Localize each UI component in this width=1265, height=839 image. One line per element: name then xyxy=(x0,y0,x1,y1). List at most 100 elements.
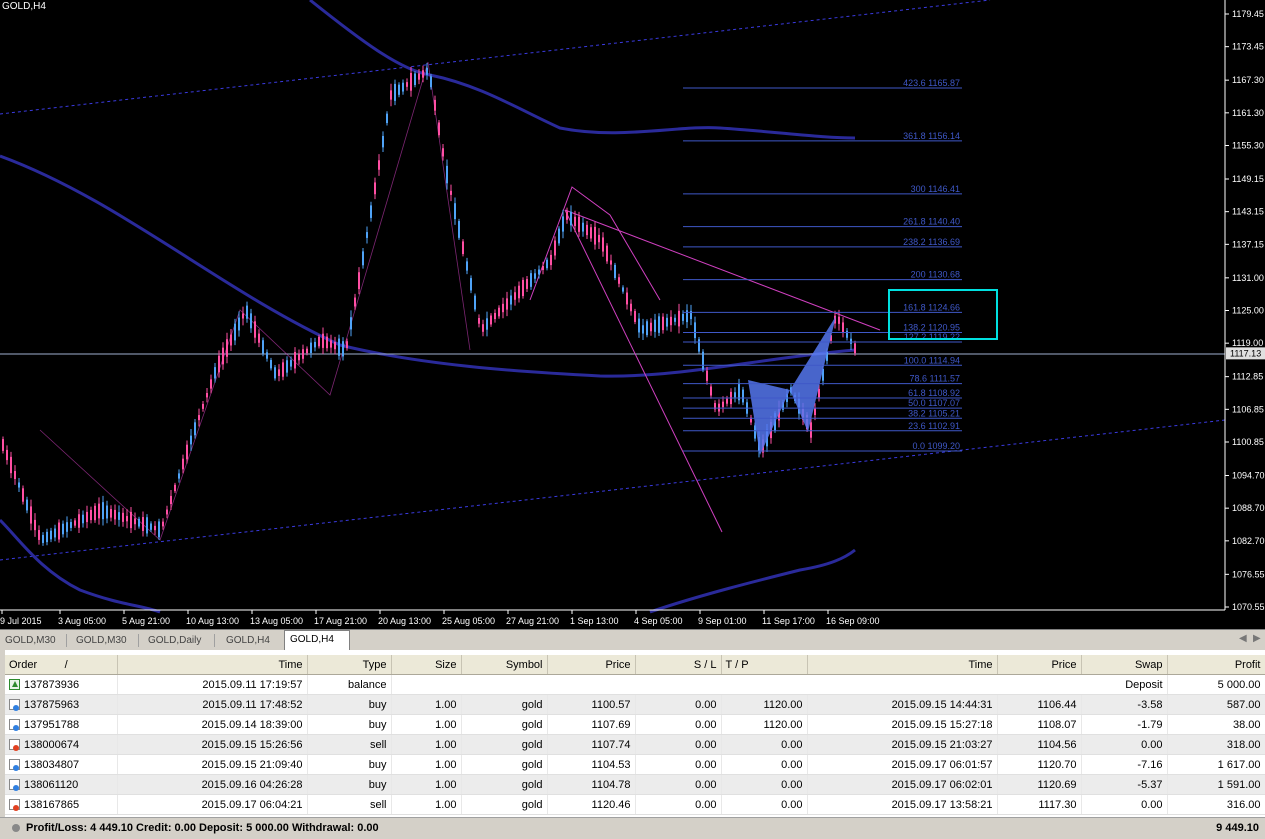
fib-level-label: 238.2 1136.69 xyxy=(903,237,960,247)
summary-total: 9 449.10 xyxy=(1216,822,1259,834)
col-close-price-header[interactable]: Price xyxy=(997,655,1082,675)
tab-gold-daily[interactable]: GOLD,Daily xyxy=(143,632,206,649)
tab-scroll-right-icon[interactable]: ▶ xyxy=(1253,633,1261,644)
order-cell: 137875963 xyxy=(5,694,118,715)
candle-body xyxy=(86,511,88,523)
profit-cell: 587.00 xyxy=(1167,694,1265,715)
col-close-time-header[interactable]: Time xyxy=(807,655,998,675)
fib-level-label: 127.2 1119.22 xyxy=(904,332,960,342)
col-size-header[interactable]: Size xyxy=(391,655,462,675)
channel-lower-line xyxy=(0,419,1226,561)
candle-body xyxy=(174,484,176,492)
type-cell: buy xyxy=(307,694,392,715)
candle-body xyxy=(98,503,100,519)
candle-body xyxy=(266,352,268,359)
close-price-cell: 1117.30 xyxy=(997,794,1082,815)
tp-cell: 0.00 xyxy=(721,754,808,775)
size-cell: 1.00 xyxy=(391,694,462,715)
candle-body xyxy=(114,509,116,520)
close-time-cell: 2015.09.15 14:44:31 xyxy=(807,694,998,715)
candle-body xyxy=(34,519,36,531)
col-profit-header[interactable]: Profit xyxy=(1167,655,1265,675)
col-price-header[interactable]: Price xyxy=(547,655,636,675)
profit-cell: 318.00 xyxy=(1167,734,1265,755)
candle-body xyxy=(322,333,324,348)
table-row[interactable]: 138000674 2015.09.15 15:26:56 sell 1.00 gold… xyxy=(5,734,1265,755)
size-cell: 1.00 xyxy=(391,774,462,795)
tab-gold-h4-1[interactable]: GOLD,H4 xyxy=(221,632,275,649)
summary-status-icon xyxy=(12,824,20,832)
swap-cell: -1.79 xyxy=(1081,714,1168,735)
col-order-header[interactable]: Order / xyxy=(5,655,118,675)
tab-gold-m30-1[interactable]: GOLD,M30 xyxy=(0,632,61,649)
candle-body xyxy=(594,226,596,245)
candle-body xyxy=(22,488,24,502)
candle-body xyxy=(734,392,736,398)
price-cell: 1107.74 xyxy=(547,734,636,755)
time-tick-label: 17 Aug 21:00 xyxy=(314,616,367,626)
candle-body xyxy=(494,312,496,320)
candle-body xyxy=(562,216,564,232)
tab-scroll-left-icon[interactable]: ◀ xyxy=(1239,633,1247,644)
candle-body xyxy=(246,305,248,319)
col-swap-header[interactable]: Swap xyxy=(1081,655,1168,675)
table-row[interactable]: 137875963 2015.09.11 17:48:52 buy 1.00 gold 1… xyxy=(5,694,1265,715)
close-price-cell: 1120.69 xyxy=(997,774,1082,795)
candle-body xyxy=(682,313,684,321)
account-history-table: Order / Time Type Size Symbol Price S / … xyxy=(5,655,1265,815)
tab-gold-m30-2[interactable]: GOLD,M30 xyxy=(71,632,132,649)
candle-body xyxy=(554,240,556,256)
time-cell: 2015.09.16 04:26:28 xyxy=(117,774,308,795)
tab-gold-h4-active[interactable]: GOLD,H4 xyxy=(284,630,350,651)
tab-separator xyxy=(138,634,139,647)
candle-body xyxy=(418,73,420,80)
candle-body xyxy=(718,403,720,412)
chart-canvas[interactable]: 423.6 1165.87 361.8 1156.14 300 1146.41 261… xyxy=(0,0,1265,629)
table-row[interactable]: 138167865 2015.09.17 06:04:21 sell 1.00 gold… xyxy=(5,794,1265,815)
price-tick-label: 1131.00 xyxy=(1232,273,1264,283)
order-cell: 137873936 xyxy=(5,674,118,695)
account-summary-bar: Profit/Loss: 4 449.10 Credit: 0.00 Depos… xyxy=(0,817,1265,839)
table-row-deposit[interactable]: 137873936 2015.09.11 17:19:57 balance De… xyxy=(5,674,1265,695)
col-type-header[interactable]: Type xyxy=(307,655,392,675)
fib-level-label: 261.8 1140.40 xyxy=(903,217,960,227)
candle-body xyxy=(742,389,744,403)
candle-body xyxy=(590,227,592,239)
candle-body xyxy=(506,298,508,310)
candle-body xyxy=(226,339,228,357)
table-row[interactable]: 138061120 2015.09.16 04:26:28 buy 1.00 gold 1… xyxy=(5,774,1265,795)
profit-cell: 38.00 xyxy=(1167,714,1265,735)
price-cell: 1107.69 xyxy=(547,714,636,735)
sl-cell: 0.00 xyxy=(635,794,722,815)
col-symbol-header[interactable]: Symbol xyxy=(461,655,548,675)
candle-body xyxy=(582,222,584,232)
col-sl-header[interactable]: S / L xyxy=(635,655,722,675)
tp-cell: 0.00 xyxy=(721,734,808,755)
col-time-header[interactable]: Time xyxy=(117,655,308,675)
time-cell: 2015.09.11 17:19:57 xyxy=(117,674,308,695)
candle-body xyxy=(678,310,680,327)
candle-body xyxy=(186,444,188,460)
table-row[interactable]: 137951788 2015.09.14 18:39:00 buy 1.00 gold 1… xyxy=(5,714,1265,735)
table-row[interactable]: 138034807 2015.09.15 21:09:40 buy 1.00 gold 1… xyxy=(5,754,1265,775)
candle-body xyxy=(402,82,404,92)
profit-cell: 5 000.00 xyxy=(1167,674,1265,695)
candle-body xyxy=(638,318,640,333)
col-tp-header[interactable]: T / P xyxy=(721,655,808,675)
swap-cell: -3.58 xyxy=(1081,694,1168,715)
buy-order-icon xyxy=(9,759,20,772)
candle-body xyxy=(18,482,20,488)
candle-body xyxy=(46,531,48,543)
candle-body xyxy=(450,190,452,195)
tp-cell: 0.00 xyxy=(721,794,808,815)
price-chart[interactable]: 423.6 1165.87 361.8 1156.14 300 1146.41 261… xyxy=(0,0,1265,629)
close-time-cell: 2015.09.17 13:58:21 xyxy=(807,794,998,815)
close-price-cell: 1104.56 xyxy=(997,734,1082,755)
price-tick-label: 1167.30 xyxy=(1232,75,1264,85)
candle-body xyxy=(614,264,616,279)
candle-body xyxy=(438,122,440,136)
price-tick-label: 1100.85 xyxy=(1232,437,1264,447)
candle-body xyxy=(194,422,196,436)
candle-body xyxy=(214,367,216,379)
candle-body xyxy=(370,205,372,218)
